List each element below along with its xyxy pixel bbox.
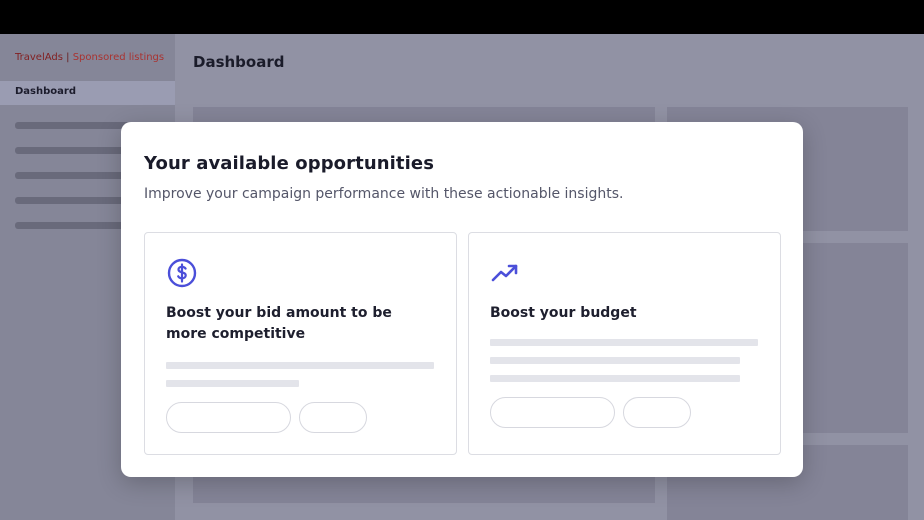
text-placeholder <box>166 380 299 387</box>
text-placeholder <box>166 362 434 369</box>
trending-up-icon <box>491 264 518 282</box>
secondary-action-button[interactable] <box>299 402 367 433</box>
dollar-circle-icon <box>167 258 197 288</box>
modal-subtitle: Improve your campaign performance with t… <box>144 186 624 202</box>
top-black-bar <box>0 0 924 34</box>
opportunity-card-budget[interactable]: Boost your budget <box>468 232 781 455</box>
opportunity-title: Boost your budget <box>490 305 637 321</box>
secondary-action-button[interactable] <box>623 397 691 428</box>
primary-action-button[interactable] <box>490 397 615 428</box>
opportunities-modal: Your available opportunities Improve you… <box>121 122 803 477</box>
opportunity-card-bid[interactable]: Boost your bid amount to be more competi… <box>144 232 457 455</box>
primary-action-button[interactable] <box>166 402 291 433</box>
text-placeholder <box>490 357 740 364</box>
opportunity-title: Boost your bid amount to be more competi… <box>166 305 392 342</box>
modal-title: Your available opportunities <box>144 153 435 174</box>
text-placeholder <box>490 375 740 382</box>
text-placeholder <box>490 339 758 346</box>
